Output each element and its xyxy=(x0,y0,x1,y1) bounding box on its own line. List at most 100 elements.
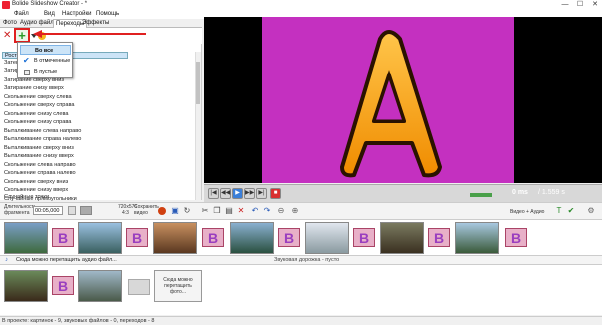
checkmark-icon: ✔ xyxy=(23,56,30,65)
save-icon[interactable]: ▣ xyxy=(170,206,180,216)
transition-thumbnail[interactable]: B xyxy=(278,228,300,247)
menu-settings[interactable]: Настройки xyxy=(62,10,91,19)
color-button[interactable] xyxy=(68,206,76,215)
last-frame-button[interactable]: ▶| xyxy=(256,188,267,199)
remove-transition-icon[interactable]: ✕ xyxy=(3,31,13,41)
status-bar: В проекте: картинок - 9, звуковых файлов… xyxy=(0,316,602,325)
plus-icon: + xyxy=(18,28,26,43)
audio-drop-hint: Сюда можно перетащить аудио файл... xyxy=(16,257,117,263)
slide-thumbnail[interactable] xyxy=(455,222,499,254)
aspect-text: 4:3 xyxy=(122,210,129,216)
transition-letter: B xyxy=(283,230,295,246)
slide-thumbnail[interactable] xyxy=(4,222,48,254)
zoom-in-icon[interactable]: ⊕ xyxy=(290,206,300,216)
list-item[interactable]: Выталкивание слева направо xyxy=(4,128,81,134)
transition-thumbnail[interactable]: B xyxy=(505,228,527,247)
window-title: Bolide Slideshow Creator - * xyxy=(12,1,88,7)
duration-field[interactable]: 00:05,000 xyxy=(33,206,63,215)
list-item[interactable]: Скольжение сверху справа xyxy=(4,102,75,108)
list-item[interactable]: Скольжение слева направо xyxy=(4,162,76,168)
import-icon[interactable]: ↻ xyxy=(182,206,192,216)
list-item[interactable]: Скольжение сверху вниз xyxy=(4,179,68,185)
record-icon[interactable] xyxy=(158,207,166,215)
menu-item-apply-checked[interactable]: ✔ В отмеченные xyxy=(20,56,71,66)
transition-thumbnail[interactable]: B xyxy=(126,228,148,247)
list-item[interactable]: Скольжение снизу слева xyxy=(4,111,69,117)
list-item[interactable]: Выталкивание справа налево xyxy=(4,136,81,142)
minimize-button[interactable]: — xyxy=(558,0,572,10)
menu-item-apply-empty[interactable]: В пустые xyxy=(20,67,71,77)
list-item[interactable]: Скольжение сверху слева xyxy=(4,94,72,100)
menu-help[interactable]: Помощь xyxy=(96,10,119,19)
background-swatch[interactable] xyxy=(80,206,92,215)
prev-frame-button[interactable]: ◀◀ xyxy=(220,188,231,199)
app-icon xyxy=(2,1,10,9)
transition-thumbnail[interactable]: B xyxy=(353,228,375,247)
cut-icon[interactable]: ✂ xyxy=(200,206,210,216)
list-item[interactable]: Выталкивание снизу вверх xyxy=(4,153,74,159)
add-transition-button[interactable]: + xyxy=(14,28,30,43)
apply-transition-dropdown: Во все ✔ В отмеченные В пустые xyxy=(17,42,73,78)
annotation-arrow-head-icon xyxy=(33,30,42,38)
menu-item-label: Во все xyxy=(35,48,54,54)
transition-thumbnail[interactable]: B xyxy=(52,228,74,247)
menu-item-label: В отмеченные xyxy=(34,58,71,64)
transition-letter: B xyxy=(510,230,522,246)
next-frame-button[interactable]: ▶▶ xyxy=(244,188,255,199)
empty-transition-slot[interactable] xyxy=(128,279,150,295)
transition-letter: B xyxy=(433,230,445,246)
tab-photo[interactable]: Фото xyxy=(1,19,19,28)
transition-thumbnail[interactable]: B xyxy=(52,276,74,295)
undo-icon[interactable]: ↶ xyxy=(250,206,260,216)
slide-thumbnail[interactable] xyxy=(153,222,197,254)
slide-thumbnail[interactable] xyxy=(380,222,424,254)
paste-icon[interactable]: ▤ xyxy=(224,206,234,216)
menu-view[interactable]: Вид xyxy=(44,10,55,19)
slide-thumbnail[interactable] xyxy=(78,270,122,302)
list-item[interactable]: Выталкивание сверху вниз xyxy=(4,145,74,151)
close-button[interactable]: ✕ xyxy=(588,0,602,10)
play-button[interactable]: ▶ xyxy=(232,188,243,199)
title-bar: Bolide Slideshow Creator - * — ☐ ✕ xyxy=(0,0,602,10)
status-text: В проекте: картинок - 9, звуковых файлов… xyxy=(2,318,155,324)
scrollbar-thumb[interactable] xyxy=(196,62,200,104)
video-audio-toggle[interactable]: Видео + Аудио xyxy=(510,209,544,215)
settings-icon[interactable]: ⚙ xyxy=(586,206,596,216)
transition-thumbnail[interactable]: B xyxy=(428,228,450,247)
save-video-button[interactable]: Сохранить видео xyxy=(134,204,159,216)
slide-thumbnail[interactable] xyxy=(305,222,349,254)
list-item[interactable]: Скольжение снизу вверх xyxy=(4,187,68,193)
menu-item-apply-all[interactable]: Во все xyxy=(20,45,71,55)
menu-file[interactable]: Файл xyxy=(14,10,29,19)
audio-track-label: Звуковая дорожка - пусто xyxy=(274,257,340,263)
copy-icon[interactable]: ❐ xyxy=(212,206,222,216)
transition-letter: B xyxy=(131,230,143,246)
audio-track[interactable]: ♪ Сюда можно перетащить аудио файл... Зв… xyxy=(0,255,602,265)
transition-letter: B xyxy=(57,230,69,246)
volume-slider[interactable] xyxy=(470,193,492,197)
tab-strip: Фото Аудио файлы Переходы Эффекты xyxy=(0,19,202,28)
empty-icon xyxy=(24,70,30,75)
slide-thumbnail[interactable] xyxy=(78,222,122,254)
check-icon[interactable]: ✔ xyxy=(566,206,576,216)
zoom-out-icon[interactable]: ⊖ xyxy=(276,206,286,216)
list-item[interactable]: Затирание снизу вверх xyxy=(4,85,64,91)
text-icon[interactable]: T xyxy=(554,206,564,216)
delete-icon[interactable]: ✕ xyxy=(236,206,246,216)
first-frame-button[interactable]: |◀ xyxy=(208,188,219,199)
transition-letter: B xyxy=(57,278,69,294)
slide-thumbnail[interactable] xyxy=(230,222,274,254)
list-item[interactable]: Скольжение справа налево xyxy=(4,170,76,176)
menu-item-label: В пустые xyxy=(34,69,58,75)
slide-thumbnail[interactable] xyxy=(4,270,48,302)
tab-effects[interactable]: Эффекты xyxy=(80,19,111,28)
letter-a-image xyxy=(340,30,442,178)
annotation-arrow-line xyxy=(42,33,146,35)
maximize-button[interactable]: ☐ xyxy=(573,0,587,10)
list-item[interactable]: Скольжение снизу справа xyxy=(4,119,71,125)
photo-drop-zone[interactable]: Сюда можно перетащить фото... xyxy=(154,270,202,302)
redo-icon[interactable]: ↷ xyxy=(262,206,272,216)
stop-button[interactable]: ■ xyxy=(270,188,281,199)
transition-thumbnail[interactable]: B xyxy=(202,228,224,247)
transition-letter: B xyxy=(358,230,370,246)
